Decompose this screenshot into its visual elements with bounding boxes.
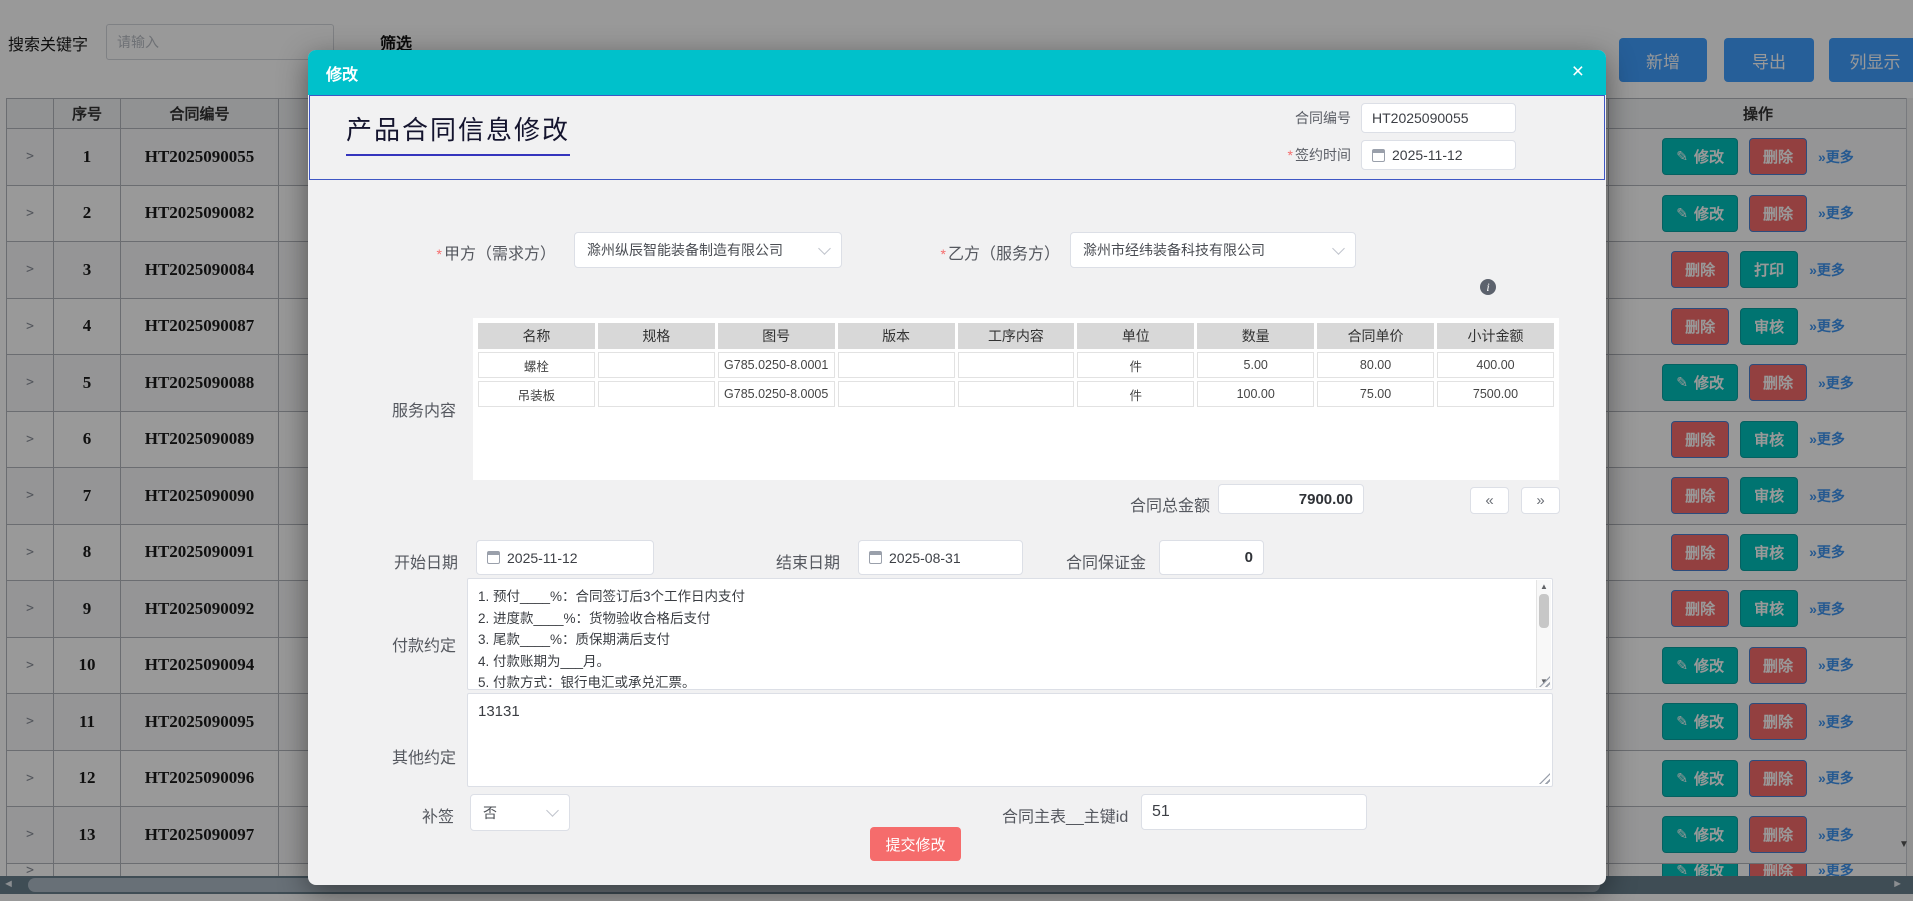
service-item-cell (838, 381, 955, 407)
deposit-label: 合同保证金 (1066, 549, 1146, 573)
calendar-icon (869, 551, 882, 564)
service-items-panel: 名称规格图号版本工序内容单位数量合同单价小计金额 螺栓 G785.0250-8.0… (473, 318, 1559, 480)
end-date-label: 结束日期 (776, 549, 840, 573)
service-column-header: 工序内容 (958, 323, 1075, 349)
main-id-label: 合同主表__主键id (1002, 803, 1128, 827)
textarea-scrollbar[interactable]: ▲ ▼ (1536, 580, 1551, 688)
party-a-value: 滁州纵辰智能装备制造有限公司 (587, 240, 783, 260)
service-column-header: 版本 (838, 323, 955, 349)
service-column-header: 小计金额 (1437, 323, 1554, 349)
service-item-cell: 80.00 (1317, 352, 1434, 378)
start-date-input[interactable]: 2025-11-12 (476, 540, 654, 575)
info-icon[interactable]: i (1480, 279, 1496, 295)
service-content-label: 服务内容 (392, 397, 456, 421)
title-section: 产品合同信息修改 合同编号 *签约时间 2025-11-12 (309, 95, 1605, 180)
service-item-cell: 100.00 (1197, 381, 1314, 407)
service-item-cell (838, 352, 955, 378)
service-item-cell: G785.0250-8.0001 (718, 352, 835, 378)
contract-total-label: 合同总金额 (1130, 492, 1210, 516)
payment-terms-text: 1. 预付____%：合同签订后3个工作日内支付 2. 进度款____%：货物验… (468, 579, 1552, 701)
chevron-down-icon (1332, 242, 1345, 255)
service-item-cell: G785.0250-8.0005 (718, 381, 835, 407)
service-column-header: 规格 (598, 323, 715, 349)
deposit-input[interactable] (1159, 540, 1264, 575)
start-date-label: 开始日期 (394, 549, 458, 573)
service-item-cell: 件 (1077, 352, 1194, 378)
service-item-cell (958, 381, 1075, 407)
service-item-cell: 7500.00 (1437, 381, 1554, 407)
resign-label: 补签 (422, 803, 454, 827)
prev-page-button[interactable]: « (1470, 487, 1509, 514)
service-item-cell: 5.00 (1197, 352, 1314, 378)
service-item-cell: 螺栓 (478, 352, 595, 378)
payment-terms-label: 付款约定 (392, 632, 456, 656)
service-items-table: 名称规格图号版本工序内容单位数量合同单价小计金额 螺栓 G785.0250-8.0… (475, 320, 1557, 410)
end-date-input[interactable]: 2025-08-31 (858, 540, 1023, 575)
service-item-row: 螺栓 G785.0250-8.0001 件5.0080.00400.00 (478, 352, 1554, 378)
party-a-select[interactable]: 滁州纵辰智能装备制造有限公司 (574, 232, 842, 268)
scrollbar-thumb[interactable] (1539, 594, 1549, 628)
main-id-input[interactable] (1141, 794, 1367, 830)
resign-value: 否 (483, 803, 497, 823)
modal-header: 修改 (308, 50, 1606, 95)
party-b-label: *乙方（服务方） (864, 240, 1060, 264)
party-b-select[interactable]: 滁州市经纬装备科技有限公司 (1070, 232, 1356, 268)
contract-total-input[interactable] (1218, 484, 1364, 514)
party-b-value: 滁州市经纬装备科技有限公司 (1083, 240, 1265, 260)
close-icon[interactable]: × (1572, 61, 1584, 82)
service-item-row: 吊装板 G785.0250-8.0005 件100.0075.007500.00 (478, 381, 1554, 407)
service-item-cell (598, 352, 715, 378)
service-column-header: 图号 (718, 323, 835, 349)
party-a-label: *甲方（需求方） (348, 240, 556, 264)
service-item-cell: 件 (1077, 381, 1194, 407)
resize-handle-icon[interactable] (1539, 773, 1550, 784)
service-item-cell: 75.00 (1317, 381, 1434, 407)
page-title: 产品合同信息修改 (346, 110, 570, 156)
app-window: 搜索关键字 筛选 新增 导出 列显示 序号 合同编号 操作 > 1 HT2025… (0, 0, 1913, 901)
service-column-header: 名称 (478, 323, 595, 349)
service-column-header: 单位 (1077, 323, 1194, 349)
service-item-cell: 吊装板 (478, 381, 595, 407)
sign-date-input[interactable]: 2025-11-12 (1361, 140, 1516, 170)
service-item-cell (598, 381, 715, 407)
other-terms-label: 其他约定 (392, 744, 456, 768)
sign-date-label: *签约时间 (1288, 145, 1351, 165)
service-column-header: 合同单价 (1317, 323, 1434, 349)
contract-no-input[interactable] (1361, 103, 1516, 133)
chevron-down-icon (546, 804, 559, 817)
service-column-header: 数量 (1197, 323, 1314, 349)
scroll-up-icon[interactable]: ▲ (1537, 582, 1551, 591)
required-mark: * (1288, 147, 1293, 163)
other-terms-textarea[interactable]: 13131 (467, 693, 1553, 787)
calendar-icon (487, 551, 500, 564)
next-page-button[interactable]: » (1521, 487, 1560, 514)
resign-select[interactable]: 否 (470, 794, 570, 831)
contract-no-label: 合同编号 (1295, 108, 1351, 128)
service-item-cell (958, 352, 1075, 378)
submit-modify-button[interactable]: 提交修改 (870, 827, 961, 861)
service-item-cell: 400.00 (1437, 352, 1554, 378)
payment-terms-textarea[interactable]: 1. 预付____%：合同签订后3个工作日内支付 2. 进度款____%：货物验… (467, 578, 1553, 690)
calendar-icon (1372, 149, 1385, 162)
other-terms-text: 13131 (468, 694, 1552, 730)
chevron-down-icon (818, 242, 831, 255)
edit-contract-modal: 修改 × 产品合同信息修改 合同编号 *签约时间 2025-11-12 (308, 50, 1606, 885)
modal-title: 修改 (326, 61, 358, 85)
